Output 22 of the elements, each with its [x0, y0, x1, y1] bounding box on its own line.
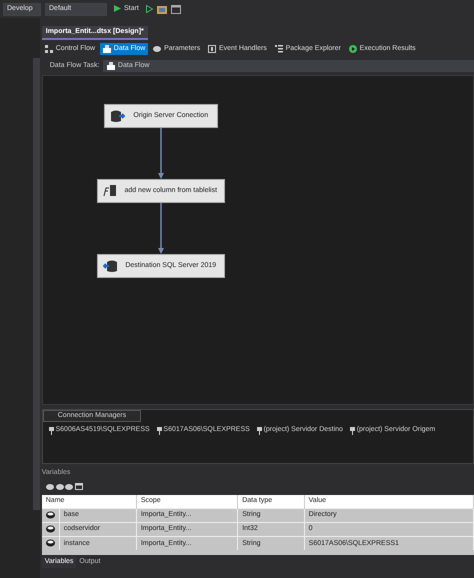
scrollbar[interactable] — [33, 58, 40, 510]
connector-arrow — [156, 203, 165, 254]
plug-icon — [156, 426, 162, 435]
grid-icon — [75, 482, 83, 490]
event-icon — [208, 44, 216, 53]
data-flow-icon — [102, 44, 111, 53]
plug-icon — [350, 426, 355, 435]
database-arrow-icon — [102, 259, 118, 273]
tree-icon — [274, 44, 283, 53]
connector-arrow — [156, 128, 165, 179]
flow-icon — [44, 44, 53, 53]
play-outline-icon — [146, 5, 153, 13]
parameters-icon — [153, 44, 162, 53]
window-icon — [170, 4, 181, 14]
folder-icon — [156, 4, 167, 14]
plug-icon — [256, 426, 262, 435]
plug-icon — [48, 426, 54, 435]
run-icon — [348, 44, 357, 53]
database-arrow-icon — [110, 109, 125, 123]
function-icon — [102, 184, 118, 198]
play-icon — [114, 5, 121, 12]
data-flow-icon — [106, 62, 115, 70]
